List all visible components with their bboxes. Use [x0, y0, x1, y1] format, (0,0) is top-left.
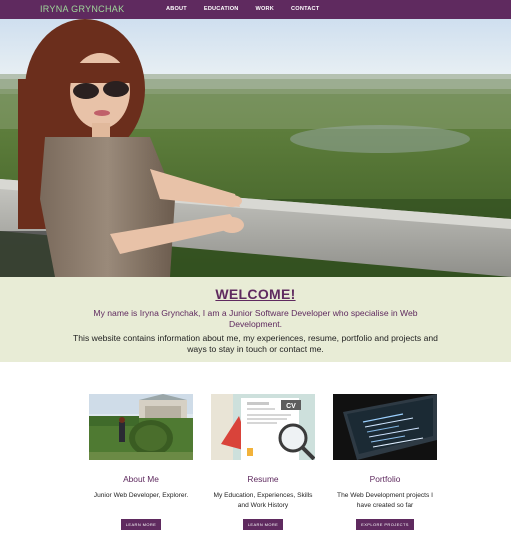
- portfolio-card: Portfolio The Web Development projects I…: [333, 394, 437, 531]
- welcome-section: WELCOME! My name is Iryna Grynchak, I am…: [0, 277, 511, 362]
- resume-card: CV Resume My Education, Experiences, Ski…: [211, 394, 315, 531]
- about-description: Junior Web Developer, Explorer.: [93, 492, 189, 499]
- nav-link-work[interactable]: WORK: [256, 6, 275, 12]
- portfolio-description: The Web Development projects I have crea…: [337, 492, 433, 509]
- brand-logo[interactable]: IRYNA GRYNCHAK: [40, 4, 124, 14]
- hero-image: [0, 19, 511, 277]
- nav-link-education[interactable]: EDUCATION: [204, 6, 239, 12]
- about-card: About Me Junior Web Developer, Explorer.…: [89, 394, 193, 531]
- portfolio-title: Portfolio: [369, 474, 401, 484]
- nav-links: ABOUT EDUCATION WORK CONTACT: [166, 6, 319, 12]
- about-title: About Me: [123, 474, 159, 484]
- welcome-info: This website contains information about …: [73, 333, 438, 354]
- portfolio-image: [333, 394, 437, 460]
- about-image: [89, 394, 193, 460]
- resume-learn-more-button[interactable]: LEARN MORE: [242, 519, 284, 530]
- welcome-intro: My name is Iryna Grynchak, I am a Junior…: [93, 308, 418, 329]
- top-navbar: IRYNA GRYNCHAK ABOUT EDUCATION WORK CONT…: [0, 0, 511, 19]
- nav-link-contact[interactable]: CONTACT: [291, 6, 319, 12]
- resume-title: Resume: [247, 474, 279, 484]
- resume-description: My Education, Experiences, Skills and Wo…: [213, 492, 313, 509]
- resume-image: CV: [211, 394, 315, 460]
- welcome-title: WELCOME!: [215, 286, 296, 302]
- about-learn-more-button[interactable]: LEARN MORE: [120, 519, 162, 530]
- cv-label: CV: [286, 403, 296, 410]
- explore-projects-button[interactable]: EXPLORE PROJECTS: [356, 519, 414, 530]
- nav-link-about[interactable]: ABOUT: [166, 6, 187, 12]
